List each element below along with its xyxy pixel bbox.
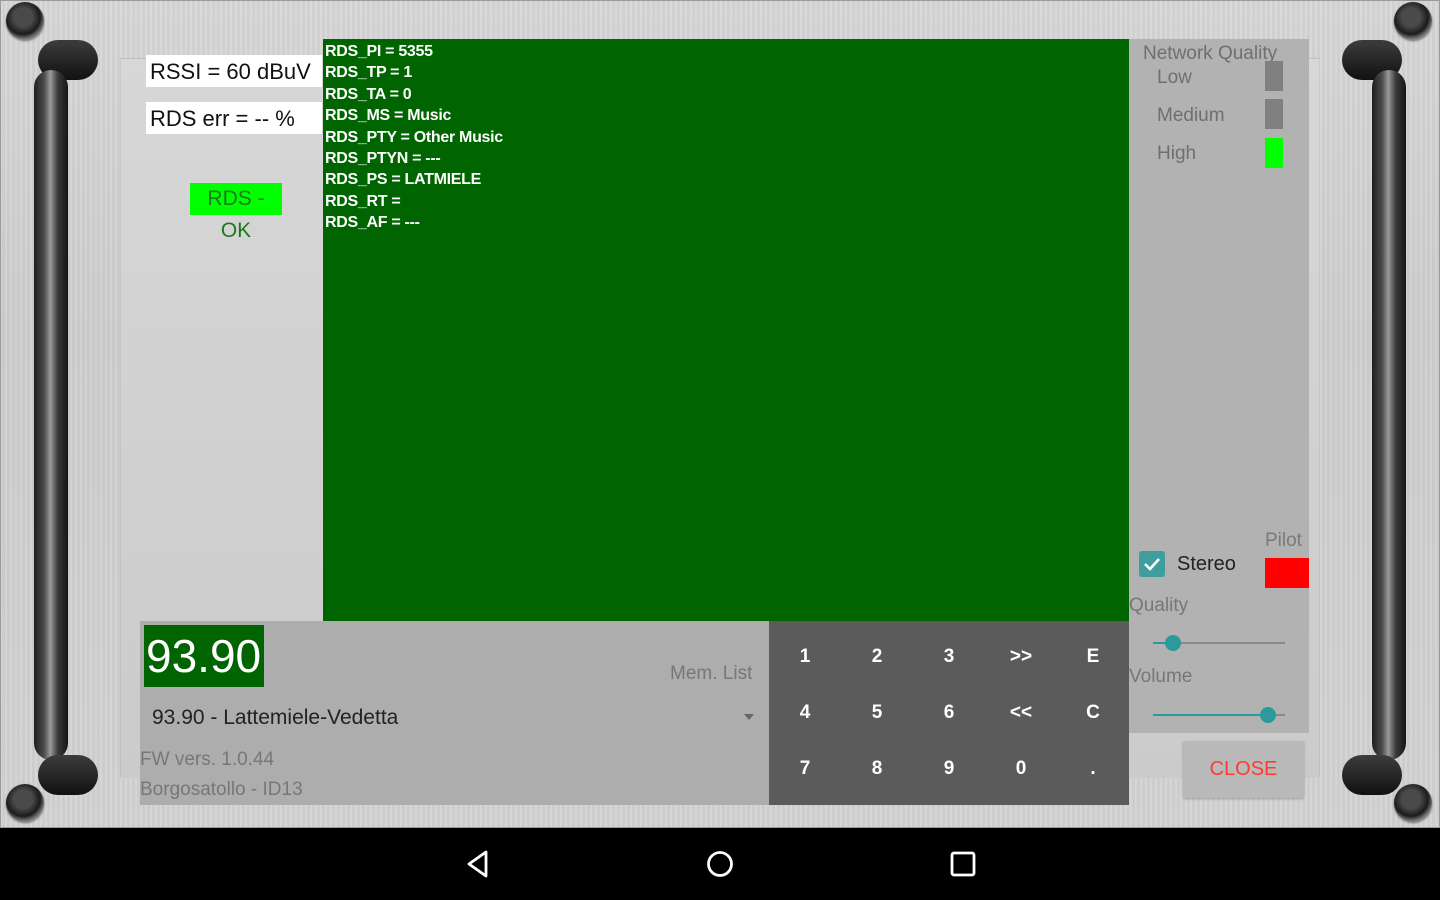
- left-handle: [30, 40, 100, 795]
- rds-line: RDS_PTYN = ---: [325, 150, 441, 168]
- pilot-label: Pilot: [1265, 530, 1302, 551]
- keypad-key[interactable]: 6: [913, 685, 985, 741]
- tuner-panel: 93.90 Mem. List 93.90 - Lattemiele-Vedet…: [140, 621, 769, 805]
- keypad-key[interactable]: .: [1057, 741, 1129, 797]
- firmware-version: FW vers. 1.0.44: [140, 749, 275, 770]
- keypad-key[interactable]: 8: [841, 741, 913, 797]
- network-panel: Network Quality Low Medium High Pilot St…: [1129, 39, 1309, 733]
- screw-icon: [1394, 2, 1432, 40]
- keypad-key[interactable]: 0: [985, 741, 1057, 797]
- network-level-label: Medium: [1157, 105, 1225, 126]
- close-button[interactable]: CLOSE: [1183, 741, 1304, 798]
- frequency-display: 93.90: [144, 625, 264, 687]
- keypad-key[interactable]: 7: [769, 741, 841, 797]
- keypad-key[interactable]: C: [1057, 685, 1129, 741]
- keypad-key[interactable]: 3: [913, 629, 985, 685]
- network-level-label: High: [1157, 143, 1197, 164]
- rds-error-readout: RDS err = -- %: [146, 102, 322, 134]
- stereo-label: Stereo: [1177, 552, 1236, 575]
- network-quality-title: Network Quality: [1143, 43, 1278, 64]
- keypad-key[interactable]: >>: [985, 629, 1057, 685]
- keypad-key[interactable]: 4: [769, 685, 841, 741]
- keypad-key[interactable]: 9: [913, 741, 985, 797]
- screw-icon: [6, 2, 44, 40]
- volume-slider[interactable]: [1153, 705, 1285, 725]
- rds-status-badge: RDS - OK: [190, 183, 282, 242]
- quality-slider[interactable]: [1153, 633, 1285, 653]
- network-level-label: Low: [1157, 67, 1192, 88]
- keypad-key[interactable]: 1: [769, 629, 841, 685]
- keypad-key[interactable]: E: [1057, 629, 1129, 685]
- volume-label: Volume: [1129, 666, 1193, 687]
- rssi-readout: RSSI = 60 dBuV: [146, 55, 322, 87]
- android-nav-bar: [0, 828, 1440, 900]
- location-label: Borgosatollo - ID13: [140, 779, 303, 800]
- rds-line: RDS_PTY = Other Music: [325, 128, 503, 146]
- rds-line: RDS_RT =: [325, 192, 401, 210]
- network-level-indicator: [1265, 99, 1283, 129]
- rds-line: RDS_MS = Music: [325, 107, 452, 125]
- right-handle: [1340, 40, 1410, 795]
- mem-list-label: Mem. List: [670, 663, 753, 684]
- back-icon[interactable]: [458, 846, 498, 882]
- rds-line: RDS_AF = ---: [325, 214, 420, 232]
- rds-line: RDS_TP = 1: [325, 64, 412, 82]
- screw-icon: [1394, 784, 1432, 822]
- network-level-indicator: [1265, 61, 1283, 91]
- slider-thumb[interactable]: [1259, 707, 1276, 723]
- rds-line: RDS_PS = LATMIELE: [325, 171, 481, 189]
- station-dropdown[interactable]: 93.90 - Lattemiele-Vedetta: [144, 701, 764, 735]
- network-level-indicator: [1265, 138, 1283, 168]
- rds-console: RDS_PI = 5355 RDS_TP = 1 RDS_TA = 0 RDS_…: [323, 39, 1129, 621]
- slider-thumb[interactable]: [1164, 635, 1181, 651]
- screw-icon: [6, 784, 44, 822]
- stereo-toggle[interactable]: Stereo: [1139, 551, 1236, 577]
- keypad-key[interactable]: <<: [985, 685, 1057, 741]
- recents-icon[interactable]: [943, 846, 983, 882]
- rds-line: RDS_TA = 0: [325, 85, 412, 103]
- keypad-key[interactable]: 5: [841, 685, 913, 741]
- numeric-keypad: 1 2 3 >> E 4 5 6 << C 7 8 9 0 .: [769, 621, 1129, 805]
- pilot-indicator: [1265, 558, 1309, 588]
- quality-label: Quality: [1129, 595, 1189, 616]
- rds-line: RDS_PI = 5355: [325, 43, 433, 60]
- dropdown-arrow-icon[interactable]: [742, 709, 756, 727]
- station-selected-value: 93.90 - Lattemiele-Vedetta: [152, 706, 399, 729]
- checkbox-icon[interactable]: [1139, 551, 1165, 577]
- home-icon[interactable]: [700, 846, 740, 882]
- keypad-key[interactable]: 2: [841, 629, 913, 685]
